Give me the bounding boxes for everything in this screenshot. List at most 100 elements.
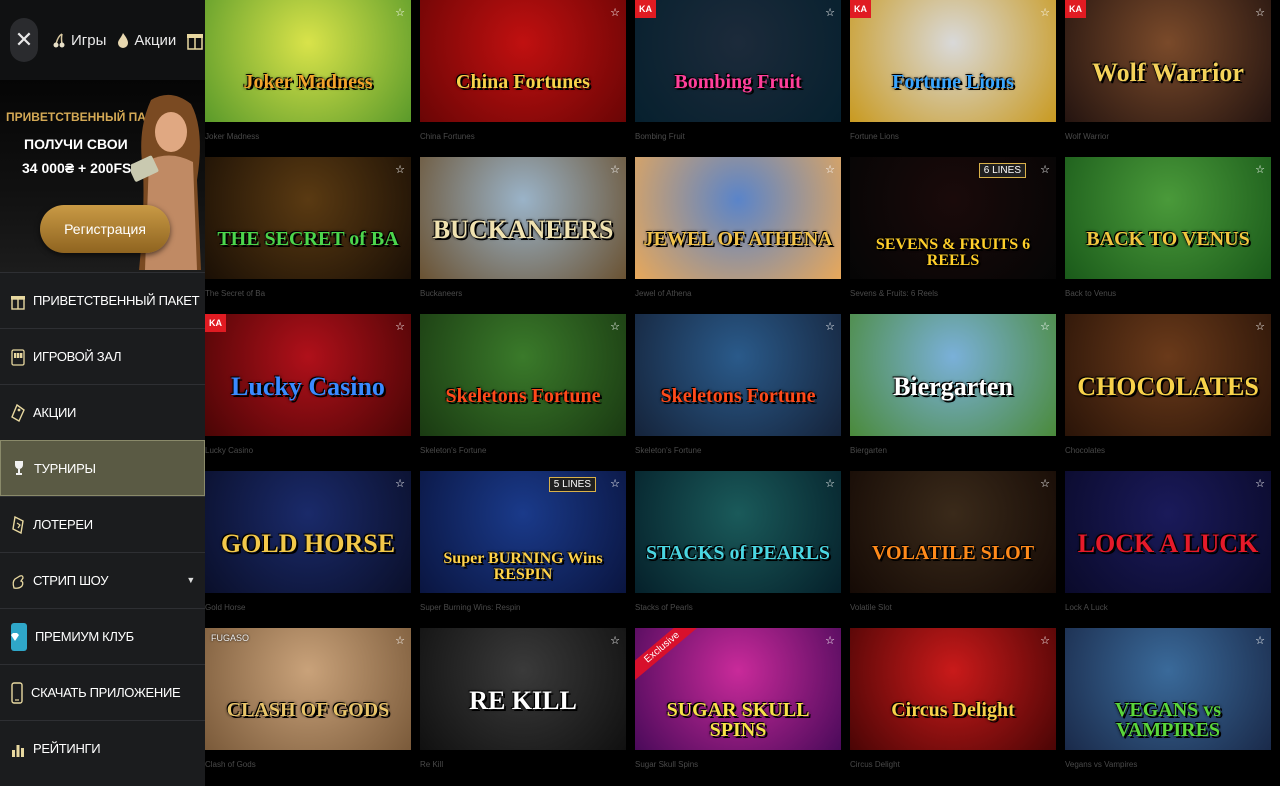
favorite-star-icon[interactable]: ☆ — [1255, 6, 1265, 19]
favorite-star-icon[interactable]: ☆ — [1255, 477, 1265, 490]
game-tile[interactable]: Lucky Casino KA ☆ Lucky Casino — [205, 314, 411, 464]
game-title[interactable]: Wolf Warrior — [1065, 132, 1271, 141]
favorite-star-icon[interactable]: ☆ — [1255, 163, 1265, 176]
game-tile[interactable]: JEWEL OF ATHENA ☆ Jewel of Athena — [635, 157, 841, 307]
game-title[interactable]: Biergarten — [850, 446, 1056, 455]
game-tile[interactable]: SEVENS & FRUITS 6 REELS 6 LINES ☆ Sevens & … — [850, 157, 1056, 307]
favorite-star-icon[interactable]: ☆ — [395, 6, 405, 19]
favorite-star-icon[interactable]: ☆ — [825, 477, 835, 490]
game-thumbnail[interactable]: Fortune Lions KA ☆ — [850, 0, 1056, 122]
game-title[interactable]: Circus Delight — [850, 760, 1056, 769]
game-title[interactable]: Skeleton's Fortune — [420, 446, 626, 455]
game-thumbnail[interactable]: VOLATILE SLOT ☆ — [850, 471, 1056, 593]
game-title[interactable]: Lock A Luck — [1065, 603, 1271, 612]
game-title[interactable]: China Fortunes — [420, 132, 626, 141]
favorite-star-icon[interactable]: ☆ — [1040, 320, 1050, 333]
favorite-star-icon[interactable]: ☆ — [610, 634, 620, 647]
game-tile[interactable]: BACK TO VENUS ☆ Back to Venus — [1065, 157, 1271, 307]
game-thumbnail[interactable]: CLASH OF GODS FUGASO ☆ — [205, 628, 411, 750]
game-thumbnail[interactable]: Lucky Casino KA ☆ — [205, 314, 411, 436]
chevron-down-icon[interactable]: ▼ — [186, 575, 195, 585]
game-tile[interactable]: Biergarten ☆ Biergarten — [850, 314, 1056, 464]
favorite-star-icon[interactable]: ☆ — [825, 163, 835, 176]
top-link-promos[interactable]: Акции — [117, 32, 176, 49]
game-tile[interactable]: BUCKANEERS ☆ Buckaneers — [420, 157, 626, 307]
game-title[interactable]: Clash of Gods — [205, 760, 411, 769]
game-tile[interactable]: Bombing Fruit KA ☆ Bombing Fruit — [635, 0, 841, 150]
game-thumbnail[interactable]: BACK TO VENUS ☆ — [1065, 157, 1271, 279]
game-title[interactable]: Back to Venus — [1065, 289, 1271, 298]
welcome-promo-banner[interactable]: ПРИВЕТСТВЕННЫЙ ПАКЕТ ПОЛУЧИ СВОИ 34 000₴… — [0, 80, 205, 272]
favorite-star-icon[interactable]: ☆ — [610, 163, 620, 176]
sidebar-item-promotions[interactable]: АКЦИИ — [0, 384, 205, 440]
game-tile[interactable]: Skeletons Fortune ☆ Skeleton's Fortune — [635, 314, 841, 464]
favorite-star-icon[interactable]: ☆ — [825, 634, 835, 647]
favorite-star-icon[interactable]: ☆ — [1040, 6, 1050, 19]
game-thumbnail[interactable]: STACKS of PEARLS ☆ — [635, 471, 841, 593]
game-title[interactable]: Joker Madness — [205, 132, 411, 141]
game-thumbnail[interactable]: Joker Madness ☆ — [205, 0, 411, 122]
close-button[interactable]: ✕ — [10, 18, 38, 62]
game-title[interactable]: Fortune Lions — [850, 132, 1056, 141]
sidebar-item-lotteries[interactable]: ЛОТЕРЕИ — [0, 496, 205, 552]
game-tile[interactable]: RE KILL ☆ Re Kill — [420, 628, 626, 778]
game-thumbnail[interactable]: SEVENS & FRUITS 6 REELS 6 LINES ☆ — [850, 157, 1056, 279]
game-thumbnail[interactable]: LOCK A LUCK ☆ — [1065, 471, 1271, 593]
sidebar-item-welcome-package[interactable]: ПРИВЕТСТВЕННЫЙ ПАКЕТ — [0, 272, 205, 328]
favorite-star-icon[interactable]: ☆ — [1040, 634, 1050, 647]
sidebar-item-download-app[interactable]: СКАЧАТЬ ПРИЛОЖЕНИЕ — [0, 664, 205, 720]
game-thumbnail[interactable]: Skeletons Fortune ☆ — [635, 314, 841, 436]
register-button[interactable]: Регистрация — [40, 205, 170, 253]
game-title[interactable]: Vegans vs Vampires — [1065, 760, 1271, 769]
game-thumbnail[interactable]: JEWEL OF ATHENA ☆ — [635, 157, 841, 279]
game-thumbnail[interactable]: GOLD HORSE ☆ — [205, 471, 411, 593]
game-title[interactable]: Stacks of Pearls — [635, 603, 841, 612]
game-title[interactable]: Skeleton's Fortune — [635, 446, 841, 455]
game-tile[interactable]: CLASH OF GODS FUGASO ☆ Clash of Gods — [205, 628, 411, 778]
game-thumbnail[interactable]: SUGAR SKULL SPINS Exclusive ☆ — [635, 628, 841, 750]
favorite-star-icon[interactable]: ☆ — [610, 477, 620, 490]
game-thumbnail[interactable]: Wolf Warrior KA ☆ — [1065, 0, 1271, 122]
game-thumbnail[interactable]: VEGANS vs VAMPIRES ☆ — [1065, 628, 1271, 750]
sidebar-item-premium-club[interactable]: ПРЕМИУМ КЛУБ — [0, 608, 205, 664]
top-link-games[interactable]: Игры — [52, 32, 106, 49]
game-tile[interactable]: CHOCOLATES ☆ Chocolates — [1065, 314, 1271, 464]
game-thumbnail[interactable]: Biergarten ☆ — [850, 314, 1056, 436]
game-title[interactable]: The Secret of Ba — [205, 289, 411, 298]
sidebar-item-game-hall[interactable]: ИГРОВОЙ ЗАЛ — [0, 328, 205, 384]
game-tile[interactable]: Fortune Lions KA ☆ Fortune Lions — [850, 0, 1056, 150]
favorite-star-icon[interactable]: ☆ — [825, 320, 835, 333]
game-tile[interactable]: STACKS of PEARLS ☆ Stacks of Pearls — [635, 471, 841, 621]
game-thumbnail[interactable]: Circus Delight ☆ — [850, 628, 1056, 750]
game-tile[interactable]: VEGANS vs VAMPIRES ☆ Vegans vs Vampires — [1065, 628, 1271, 778]
top-gift-button[interactable] — [187, 30, 204, 50]
favorite-star-icon[interactable]: ☆ — [395, 634, 405, 647]
favorite-star-icon[interactable]: ☆ — [395, 163, 405, 176]
game-title[interactable]: Super Burning Wins: Respin — [420, 603, 626, 612]
favorite-star-icon[interactable]: ☆ — [610, 6, 620, 19]
sidebar-item-tournaments[interactable]: ТУРНИРЫ — [0, 440, 205, 496]
game-title[interactable]: Gold Horse — [205, 603, 411, 612]
game-tile[interactable]: China Fortunes ☆ China Fortunes — [420, 0, 626, 150]
sidebar-item-ratings[interactable]: РЕЙТИНГИ — [0, 720, 205, 776]
favorite-star-icon[interactable]: ☆ — [1040, 477, 1050, 490]
game-tile[interactable]: Skeletons Fortune ☆ Skeleton's Fortune — [420, 314, 626, 464]
game-thumbnail[interactable]: Bombing Fruit KA ☆ — [635, 0, 841, 122]
game-tile[interactable]: Joker Madness ☆ Joker Madness — [205, 0, 411, 150]
game-title[interactable]: Sugar Skull Spins — [635, 760, 841, 769]
game-tile[interactable]: Circus Delight ☆ Circus Delight — [850, 628, 1056, 778]
game-title[interactable]: Buckaneers — [420, 289, 626, 298]
favorite-star-icon[interactable]: ☆ — [395, 320, 405, 333]
game-thumbnail[interactable]: China Fortunes ☆ — [420, 0, 626, 122]
game-title[interactable]: Jewel of Athena — [635, 289, 841, 298]
game-title[interactable]: Volatile Slot — [850, 603, 1056, 612]
game-title[interactable]: Lucky Casino — [205, 446, 411, 455]
game-thumbnail[interactable]: Skeletons Fortune ☆ — [420, 314, 626, 436]
game-thumbnail[interactable]: BUCKANEERS ☆ — [420, 157, 626, 279]
game-title[interactable]: Sevens & Fruits: 6 Reels — [850, 289, 1056, 298]
favorite-star-icon[interactable]: ☆ — [395, 477, 405, 490]
game-thumbnail[interactable]: RE KILL ☆ — [420, 628, 626, 750]
game-title[interactable]: Bombing Fruit — [635, 132, 841, 141]
favorite-star-icon[interactable]: ☆ — [1255, 634, 1265, 647]
game-tile[interactable]: GOLD HORSE ☆ Gold Horse — [205, 471, 411, 621]
